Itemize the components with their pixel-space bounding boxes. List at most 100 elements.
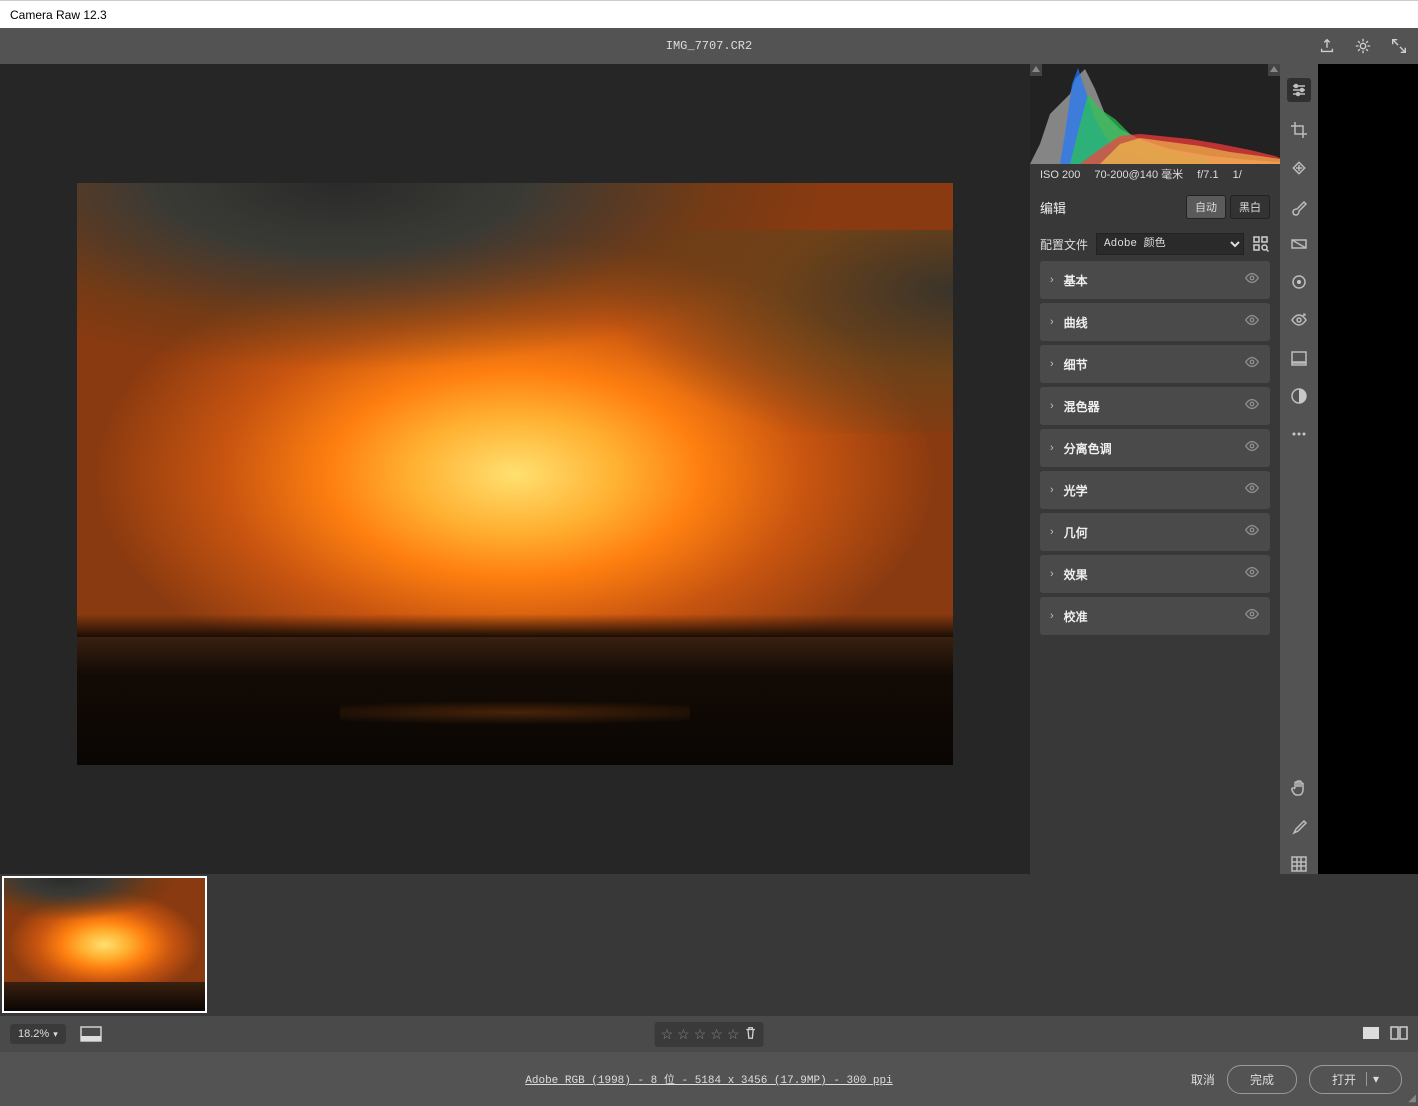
hand-tool-icon[interactable] (1289, 778, 1309, 798)
panel-label: 效果 (1064, 566, 1244, 583)
edit-title: 编辑 (1040, 198, 1066, 217)
gradient-tool-icon[interactable] (1289, 234, 1309, 254)
visibility-icon[interactable] (1244, 271, 1260, 289)
panel-8[interactable]: › 校准 (1040, 597, 1270, 635)
panel-label: 细节 (1064, 356, 1244, 373)
visibility-icon[interactable] (1244, 523, 1260, 541)
meta-lens: 70-200@140 毫米 (1094, 170, 1183, 181)
photo-preview (77, 183, 953, 765)
chevron-right-icon: › (1050, 400, 1054, 412)
canvas-view[interactable] (0, 64, 1030, 874)
panel-label: 曲线 (1064, 314, 1244, 331)
chevron-right-icon: › (1050, 316, 1054, 328)
meta-iso: ISO 200 (1040, 170, 1080, 181)
fullscreen-icon[interactable] (1390, 37, 1408, 55)
metadata-row: ISO 200 70-200@140 毫米 f/7.1 1/ (1030, 164, 1280, 187)
window-titlebar: Camera Raw 12.3 (0, 0, 1418, 28)
panel-0[interactable]: › 基本 (1040, 261, 1270, 299)
profile-row: 配置文件 Adobe 颜色 (1030, 227, 1280, 261)
color-tool-icon[interactable] (1289, 386, 1309, 406)
panel-label: 基本 (1064, 272, 1244, 289)
chevron-right-icon: › (1050, 610, 1054, 622)
chevron-right-icon: › (1050, 358, 1054, 370)
redeye-tool-icon[interactable] (1289, 310, 1309, 330)
visibility-icon[interactable] (1244, 313, 1260, 331)
browse-profiles-icon[interactable] (1252, 235, 1270, 253)
panel-4[interactable]: › 分离色调 (1040, 429, 1270, 467)
panel-label: 分离色调 (1064, 440, 1244, 457)
edit-tool-icon[interactable] (1287, 78, 1311, 102)
profile-label: 配置文件 (1040, 236, 1088, 253)
visibility-icon[interactable] (1244, 397, 1260, 415)
bw-button[interactable]: 黑白 (1230, 195, 1270, 219)
heal-tool-icon[interactable] (1289, 158, 1309, 178)
auto-button[interactable]: 自动 (1186, 195, 1226, 219)
done-button[interactable]: 完成 (1227, 1065, 1297, 1094)
rating-bar: ☆ ☆ ☆ ☆ ☆ (655, 1022, 764, 1047)
thumbnail[interactable] (2, 876, 207, 1013)
gear-icon[interactable] (1354, 37, 1372, 55)
edit-header: 编辑 自动 黑白 (1030, 187, 1280, 227)
panel-7[interactable]: › 效果 (1040, 555, 1270, 593)
single-view-icon[interactable] (1362, 1026, 1380, 1043)
image-info-link[interactable]: Adobe RGB (1998) - 8 位 - 5184 x 3456 (17… (525, 1071, 892, 1087)
panels-column: ISO 200 70-200@140 毫米 f/7.1 1/ 编辑 自动 黑白 … (1030, 64, 1280, 874)
status-bar: 18.2% ▾ ☆ ☆ ☆ ☆ ☆ (0, 1016, 1418, 1052)
resize-grip-icon[interactable]: ◢ (1408, 1093, 1416, 1104)
panel-label: 几何 (1064, 524, 1244, 541)
top-toolbar: IMG_7707.CR2 (0, 28, 1418, 64)
star-4[interactable]: ☆ (710, 1026, 723, 1043)
filmstrip-toggle-icon[interactable] (80, 1026, 102, 1042)
sampler-tool-icon[interactable] (1289, 816, 1309, 836)
meta-aperture: f/7.1 (1197, 170, 1218, 181)
canvas-area (0, 64, 1030, 874)
crop-tool-icon[interactable] (1289, 120, 1309, 140)
chevron-right-icon: › (1050, 442, 1054, 454)
radial-tool-icon[interactable] (1289, 272, 1309, 292)
panel-1[interactable]: › 曲线 (1040, 303, 1270, 341)
zoom-dropdown[interactable]: 18.2% ▾ (10, 1024, 66, 1044)
chevron-down-icon: ▾ (53, 1029, 58, 1040)
visibility-icon[interactable] (1244, 481, 1260, 499)
grid-tool-icon[interactable] (1289, 854, 1309, 874)
cancel-button[interactable]: 取消 (1191, 1071, 1215, 1088)
trash-icon[interactable] (743, 1026, 757, 1043)
chevron-right-icon: › (1050, 274, 1054, 286)
panel-5[interactable]: › 光学 (1040, 471, 1270, 509)
main-area: ISO 200 70-200@140 毫米 f/7.1 1/ 编辑 自动 黑白 … (0, 64, 1418, 874)
open-dropdown-icon[interactable]: ▾ (1366, 1072, 1379, 1086)
export-icon[interactable] (1318, 37, 1336, 55)
profile-select[interactable]: Adobe 颜色 (1096, 233, 1244, 255)
app-title: Camera Raw 12.3 (10, 8, 107, 22)
star-5[interactable]: ☆ (727, 1026, 740, 1043)
histogram[interactable] (1030, 64, 1280, 164)
zoom-value: 18.2% (18, 1028, 49, 1040)
panel-label: 校准 (1064, 608, 1244, 625)
snapshot-tool-icon[interactable] (1289, 348, 1309, 368)
compare-view-icon[interactable] (1390, 1026, 1408, 1043)
visibility-icon[interactable] (1244, 355, 1260, 373)
visibility-icon[interactable] (1244, 565, 1260, 583)
star-2[interactable]: ☆ (677, 1026, 690, 1043)
visibility-icon[interactable] (1244, 607, 1260, 625)
panel-2[interactable]: › 细节 (1040, 345, 1270, 383)
tool-column (1280, 64, 1318, 874)
visibility-icon[interactable] (1244, 439, 1260, 457)
star-1[interactable]: ☆ (661, 1026, 674, 1043)
brush-tool-icon[interactable] (1289, 196, 1309, 216)
meta-shutter: 1/ (1233, 170, 1242, 181)
star-3[interactable]: ☆ (694, 1026, 707, 1043)
panel-label: 混色器 (1064, 398, 1244, 415)
panel-label: 光学 (1064, 482, 1244, 499)
panel-3[interactable]: › 混色器 (1040, 387, 1270, 425)
chevron-right-icon: › (1050, 526, 1054, 538)
filename-label: IMG_7707.CR2 (666, 39, 752, 53)
open-button[interactable]: 打开 ▾ (1309, 1065, 1402, 1094)
filmstrip (0, 874, 1418, 1016)
more-icon[interactable] (1289, 424, 1309, 444)
chevron-right-icon: › (1050, 484, 1054, 496)
accordion-list: › 基本 › 曲线 › 细节 › 混色器 › 分离色调 › 光学 › 几何 › 效果 › 校准 (1030, 261, 1280, 874)
panel-6[interactable]: › 几何 (1040, 513, 1270, 551)
footer: Adobe RGB (1998) - 8 位 - 5184 x 3456 (17… (0, 1052, 1418, 1106)
chevron-right-icon: › (1050, 568, 1054, 580)
